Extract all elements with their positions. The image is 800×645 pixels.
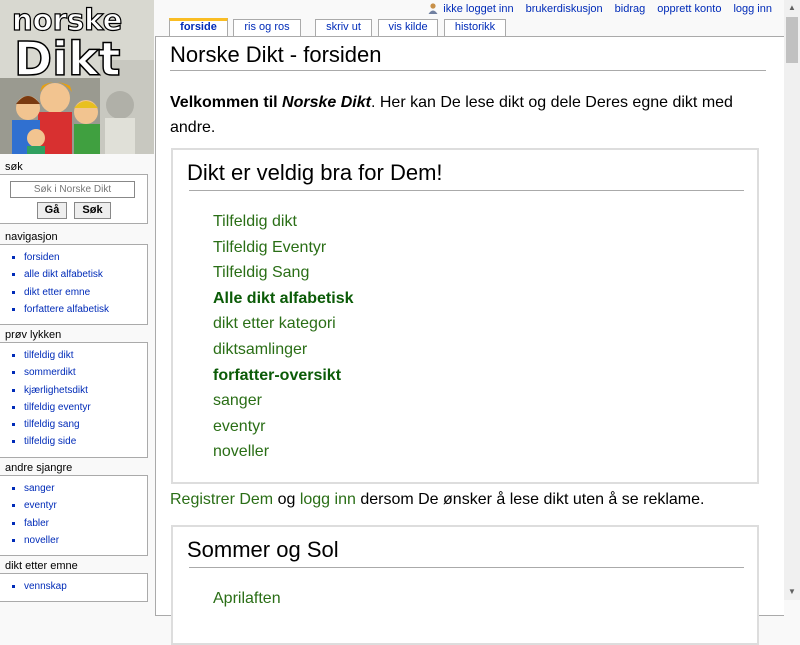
summer-box-heading: Sommer og Sol (187, 537, 339, 562)
tab-history[interactable]: historikk (444, 19, 506, 36)
topic-item-friendship[interactable]: vennskap (24, 578, 147, 595)
main-content: Norske Dikt - forsiden Velkommen til Nor… (155, 36, 784, 645)
search-input[interactable] (10, 181, 135, 198)
user-icon (428, 3, 438, 14)
nav-item-authors[interactable]: forfattere alfabetisk (24, 301, 147, 318)
link-fairytales[interactable]: eventyr (213, 414, 354, 440)
site-logo[interactable]: norske Dikt (0, 0, 154, 154)
poems-box-divider (189, 190, 744, 191)
create-account-link[interactable]: opprett konto (657, 3, 721, 15)
poems-box: Dikt er veldig bra for Dem! Tilfeldig di… (171, 148, 759, 484)
page-title: Norske Dikt - forsiden (170, 42, 382, 67)
link-author-overview[interactable]: forfatter-oversikt (213, 363, 354, 389)
register-link[interactable]: Registrer Dem (170, 491, 273, 508)
poems-box-heading: Dikt er veldig bra for Dem! (187, 160, 443, 185)
luck-heading: prøv lykken (5, 329, 62, 341)
luck-item-random-fairytale[interactable]: tilfeldig eventyr (24, 399, 147, 416)
tab-print[interactable]: skriv ut (315, 19, 372, 36)
link-short-stories[interactable]: noveller (213, 439, 354, 465)
luck-item-random-poem[interactable]: tilfeldig dikt (24, 347, 147, 364)
personal-toolbar: ikke logget inn brukerdiskusjon bidrag oppr… (427, 2, 772, 18)
topics-heading: dikt etter emne (5, 560, 78, 572)
link-all-poems[interactable]: Alle dikt alfabetisk (213, 286, 354, 312)
nav-item-front-page[interactable]: forsiden (24, 249, 147, 266)
register-text: Registrer Dem og logg inn dersom De ønsk… (170, 491, 705, 508)
search-button[interactable]: Søk (74, 202, 111, 219)
summer-box: Sommer og Sol Aprilaften (171, 525, 759, 645)
tab-front-page[interactable]: forside (169, 18, 228, 36)
vertical-scrollbar[interactable]: ▲ ▼ (784, 0, 800, 600)
tab-discussion[interactable]: ris og ros (233, 19, 301, 36)
link-april-evening[interactable]: Aprilaften (213, 586, 281, 612)
search-heading: søk (5, 161, 23, 173)
genres-heading: andre sjangre (5, 462, 73, 474)
navigation-heading: navigasjon (5, 231, 58, 243)
topics-portlet: dikt etter emne vennskap (0, 559, 148, 603)
scrollbar-thumb[interactable] (786, 17, 798, 63)
genres-portlet: andre sjangre sanger eventyr fabler nove… (0, 461, 148, 557)
link-songs[interactable]: sanger (213, 388, 354, 414)
title-divider (170, 70, 766, 71)
genre-item-fairytales[interactable]: eventyr (24, 497, 147, 514)
luck-item-random-song[interactable]: tilfeldig sang (24, 416, 147, 433)
contributions-link[interactable]: bidrag (615, 3, 646, 15)
link-poems-by-category[interactable]: dikt etter kategori (213, 311, 354, 337)
logo-text-dikt: Dikt (14, 32, 121, 86)
log-in-link[interactable]: logg inn (733, 3, 772, 15)
genre-item-songs[interactable]: sanger (24, 480, 147, 497)
scroll-down-arrow-icon[interactable]: ▼ (784, 584, 800, 600)
genre-item-fables[interactable]: fabler (24, 515, 147, 532)
luck-portlet: prøv lykken tilfeldig dikt sommerdikt kj… (0, 328, 148, 458)
luck-item-love-poem[interactable]: kjærlighetsdikt (24, 382, 147, 399)
login-link[interactable]: logg inn (300, 491, 356, 508)
go-button[interactable]: Gå (37, 202, 67, 219)
nav-item-poems-by-topic[interactable]: dikt etter emne (24, 284, 147, 301)
luck-item-summer-poem[interactable]: sommerdikt (24, 364, 147, 381)
navigation-portlet: navigasjon forsiden alle dikt alfabetisk… (0, 230, 148, 326)
summer-box-divider (189, 567, 744, 568)
not-logged-in-link[interactable]: ikke logget inn (443, 3, 513, 15)
tab-view-source[interactable]: vis kilde (378, 19, 438, 36)
scroll-up-arrow-icon[interactable]: ▲ (784, 0, 800, 16)
link-poem-collections[interactable]: diktsamlinger (213, 337, 354, 363)
link-random-poem[interactable]: Tilfeldig dikt (213, 209, 354, 235)
link-random-fairytale[interactable]: Tilfeldig Eventyr (213, 235, 354, 261)
genre-item-short-stories[interactable]: noveller (24, 532, 147, 549)
welcome-text: Velkommen til Norske Dikt. Her kan De le… (170, 94, 733, 136)
link-random-song[interactable]: Tilfeldig Sang (213, 260, 354, 286)
user-talk-link[interactable]: brukerdiskusjon (526, 3, 603, 15)
search-portlet: søk Gå Søk (0, 160, 148, 224)
nav-item-all-poems[interactable]: alle dikt alfabetisk (24, 266, 147, 283)
luck-item-random-page[interactable]: tilfeldig side (24, 433, 147, 450)
